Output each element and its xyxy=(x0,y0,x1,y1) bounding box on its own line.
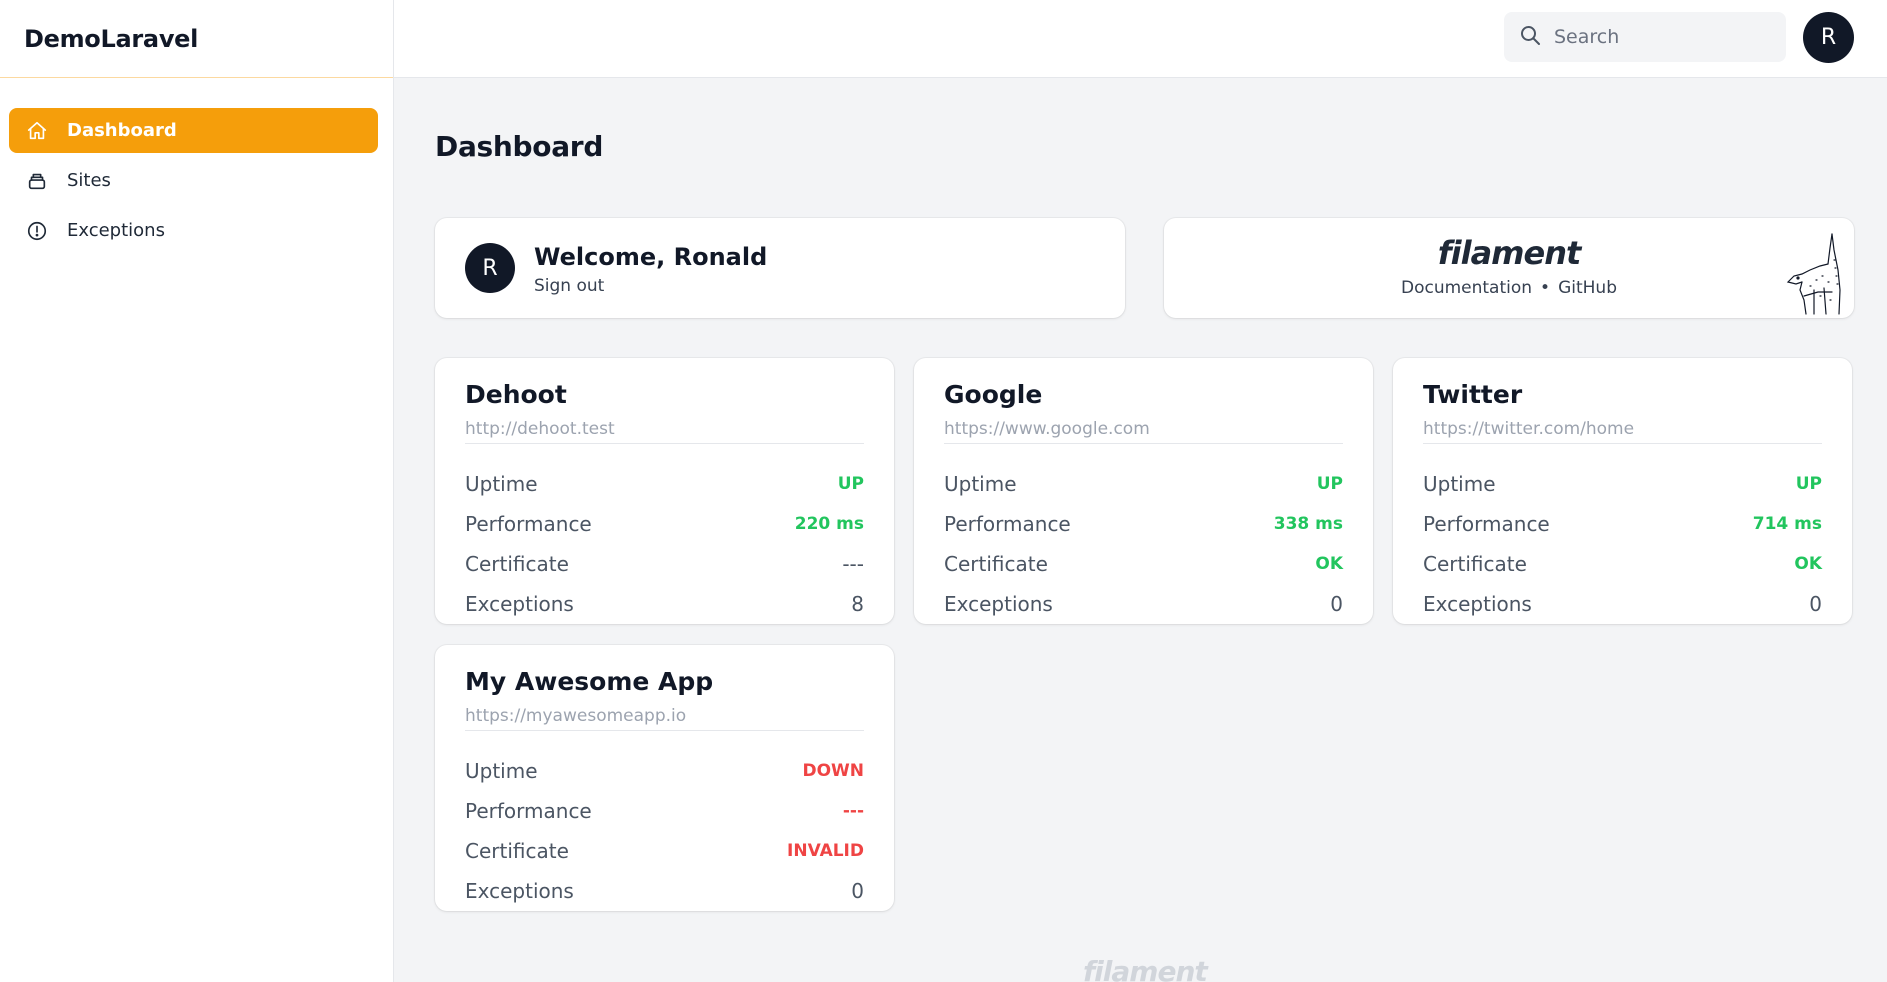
topbar: R xyxy=(394,0,1887,78)
uptime-label: Uptime xyxy=(1423,472,1496,496)
footer-filament-logo[interactable]: filament xyxy=(1083,955,1208,982)
documentation-link[interactable]: Documentation xyxy=(1401,278,1532,298)
exceptions-label: Exceptions xyxy=(944,592,1053,616)
sidebar-item-sites[interactable]: Sites xyxy=(9,158,378,203)
performance-label: Performance xyxy=(1423,512,1550,536)
certificate-row: Certificate OK xyxy=(1423,549,1822,579)
filament-logo: filament xyxy=(1437,234,1582,272)
divider xyxy=(465,443,864,444)
divider xyxy=(1423,443,1822,444)
exceptions-label: Exceptions xyxy=(465,592,574,616)
certificate-label: Certificate xyxy=(1423,552,1527,576)
site-url: https://myawesomeapp.io xyxy=(465,706,687,726)
sidebar-nav: Dashboard Sites Exceptions xyxy=(0,78,393,253)
exceptions-value: 8 xyxy=(851,592,864,616)
site-card-twitter[interactable]: Twitter https://twitter.com/home Uptime U… xyxy=(1393,358,1852,624)
site-name: Twitter xyxy=(1423,380,1523,409)
exceptions-value: 0 xyxy=(851,879,864,903)
link-separator: • xyxy=(1540,278,1551,298)
site-url: https://twitter.com/home xyxy=(1423,419,1635,439)
welcome-title: Welcome, Ronald xyxy=(534,243,768,271)
certificate-value: OK xyxy=(1315,554,1343,574)
performance-label: Performance xyxy=(465,799,592,823)
site-name: Google xyxy=(944,380,1043,409)
certificate-row: Certificate --- xyxy=(465,549,864,579)
uptime-row: Uptime UP xyxy=(465,469,864,499)
performance-row: Performance 338 ms xyxy=(944,509,1343,539)
uptime-value: UP xyxy=(1795,474,1822,494)
certificate-value: INVALID xyxy=(787,841,864,861)
sidebar-item-dashboard[interactable]: Dashboard xyxy=(9,108,378,153)
certificate-row: Certificate OK xyxy=(944,549,1343,579)
exceptions-value: 0 xyxy=(1330,592,1343,616)
performance-value: 714 ms xyxy=(1752,514,1822,534)
certificate-row: Certificate INVALID xyxy=(465,836,864,866)
site-card-dehoot[interactable]: Dehoot http://dehoot.test Uptime UP Perfo… xyxy=(435,358,894,624)
brand-logo[interactable]: DemoLaravel xyxy=(0,0,393,78)
exceptions-value: 0 xyxy=(1809,592,1822,616)
uptime-value: UP xyxy=(837,474,864,494)
user-avatar[interactable]: R xyxy=(1803,12,1854,63)
site-name: My Awesome App xyxy=(465,667,714,696)
uptime-label: Uptime xyxy=(465,472,538,496)
mascot-illustration-icon xyxy=(1786,233,1841,315)
site-card-my-awesome-app[interactable]: My Awesome App https://myawesomeapp.io U… xyxy=(435,645,894,911)
certificate-value: OK xyxy=(1794,554,1822,574)
performance-value: 220 ms xyxy=(794,514,864,534)
github-link[interactable]: GitHub xyxy=(1558,278,1617,298)
uptime-row: Uptime DOWN xyxy=(465,756,864,786)
uptime-label: Uptime xyxy=(944,472,1017,496)
exceptions-label: Exceptions xyxy=(1423,592,1532,616)
performance-row: Performance 220 ms xyxy=(465,509,864,539)
search-input[interactable] xyxy=(1554,26,1774,48)
page-title: Dashboard xyxy=(435,130,604,163)
search-box[interactable] xyxy=(1504,12,1786,62)
performance-value: --- xyxy=(842,801,864,821)
filament-links: Documentation • GitHub xyxy=(1164,278,1854,298)
exceptions-row: Exceptions 0 xyxy=(944,589,1343,619)
sidebar-item-exceptions[interactable]: Exceptions xyxy=(9,208,378,253)
site-card-google[interactable]: Google https://www.google.com Uptime UP P… xyxy=(914,358,1373,624)
stack-icon xyxy=(26,170,48,192)
performance-label: Performance xyxy=(944,512,1071,536)
sidebar-item-label: Exceptions xyxy=(67,220,165,241)
exceptions-label: Exceptions xyxy=(465,879,574,903)
welcome-avatar: R xyxy=(465,243,515,293)
exceptions-row: Exceptions 8 xyxy=(465,589,864,619)
search-icon xyxy=(1518,23,1542,51)
sign-out-link[interactable]: Sign out xyxy=(534,276,604,296)
uptime-value: UP xyxy=(1316,474,1343,494)
site-url: http://dehoot.test xyxy=(465,419,615,439)
uptime-row: Uptime UP xyxy=(944,469,1343,499)
divider xyxy=(944,443,1343,444)
sidebar-item-label: Sites xyxy=(67,170,111,191)
welcome-card: R Welcome, Ronald Sign out xyxy=(435,218,1125,318)
site-name: Dehoot xyxy=(465,380,567,409)
exceptions-row: Exceptions 0 xyxy=(1423,589,1822,619)
home-icon xyxy=(26,120,48,142)
divider xyxy=(465,730,864,731)
certificate-value: --- xyxy=(842,552,864,576)
performance-label: Performance xyxy=(465,512,592,536)
uptime-row: Uptime UP xyxy=(1423,469,1822,499)
performance-value: 338 ms xyxy=(1273,514,1343,534)
certificate-label: Certificate xyxy=(465,839,569,863)
performance-row: Performance --- xyxy=(465,796,864,826)
filament-info-card: filament Documentation • GitHub xyxy=(1164,218,1854,318)
alert-circle-icon xyxy=(26,220,48,242)
site-url: https://www.google.com xyxy=(944,419,1150,439)
uptime-label: Uptime xyxy=(465,759,538,783)
performance-row: Performance 714 ms xyxy=(1423,509,1822,539)
sidebar-item-label: Dashboard xyxy=(67,120,177,141)
sidebar: DemoLaravel Dashboard Sites Exceptions xyxy=(0,0,394,982)
exceptions-row: Exceptions 0 xyxy=(465,876,864,906)
certificate-label: Certificate xyxy=(944,552,1048,576)
certificate-label: Certificate xyxy=(465,552,569,576)
uptime-value: DOWN xyxy=(802,761,864,781)
